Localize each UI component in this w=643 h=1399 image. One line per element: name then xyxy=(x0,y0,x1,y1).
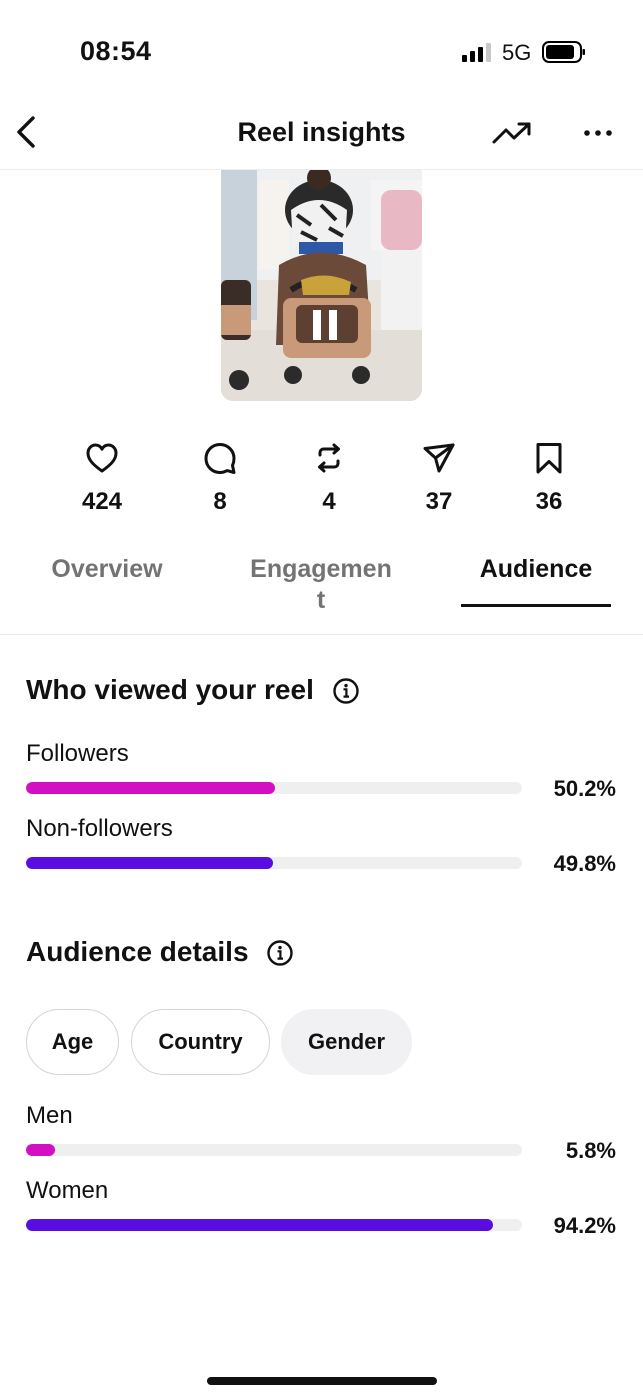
chip-gender[interactable]: Gender xyxy=(281,1009,412,1075)
more-options-icon[interactable] xyxy=(582,118,614,148)
battery-icon xyxy=(542,41,585,63)
women-label: Women xyxy=(26,1177,109,1204)
info-icon[interactable] xyxy=(332,677,360,705)
non-followers-bar-track xyxy=(26,857,522,869)
chip-country[interactable]: Country xyxy=(131,1009,270,1075)
followers-bar-track xyxy=(26,782,522,794)
women-bar-fill xyxy=(26,1219,494,1231)
comments-count: 8 xyxy=(213,488,227,515)
chip-gender-label: Gender xyxy=(307,1029,386,1054)
trending-icon[interactable] xyxy=(491,118,533,148)
reposts-count: 4 xyxy=(322,488,336,515)
saves-stat: 36 xyxy=(499,440,599,516)
non-followers-bar-fill xyxy=(26,857,273,869)
share-icon xyxy=(423,443,455,473)
info-icon[interactable] xyxy=(266,939,294,967)
stats-row: 424 8 4 37 36 xyxy=(0,440,643,530)
shares-count: 37 xyxy=(425,488,453,515)
women-percentage: 94.2% xyxy=(553,1213,616,1238)
chip-country-label: Country xyxy=(158,1029,243,1054)
status-bar: 08:54 5G xyxy=(0,0,643,100)
page-title: Reel insights xyxy=(237,117,406,147)
repost-icon xyxy=(318,443,340,473)
followers-bar-fill xyxy=(26,782,275,794)
reposts-stat: 4 xyxy=(279,440,379,516)
men-bar-track xyxy=(26,1144,522,1156)
network-type: 5G xyxy=(502,40,532,65)
comments-stat: 8 xyxy=(170,440,270,516)
non-followers-label: Non-followers xyxy=(26,815,173,842)
viewers-section-title: Who viewed your reel xyxy=(26,674,314,705)
tab-engagement[interactable]: Engagemen t xyxy=(243,554,399,616)
active-tab-indicator xyxy=(461,604,611,607)
header: Reel insights xyxy=(0,100,643,170)
followers-percentage: 50.2% xyxy=(553,776,616,801)
heart-icon xyxy=(86,443,118,473)
tab-engagement-label-line2: t xyxy=(316,586,326,614)
bookmark-icon xyxy=(536,443,562,474)
comment-icon xyxy=(204,443,236,474)
tab-engagement-label-line1: Engagemen xyxy=(250,555,392,583)
likes-count: 424 xyxy=(81,488,123,515)
tab-audience[interactable]: Audience xyxy=(466,554,606,585)
reel-thumbnail[interactable] xyxy=(221,170,422,401)
followers-label: Followers xyxy=(26,740,129,767)
shares-stat: 37 xyxy=(389,440,489,516)
men-percentage: 5.8% xyxy=(565,1138,616,1163)
women-bar-track xyxy=(26,1219,522,1231)
status-time: 08:54 xyxy=(80,36,152,66)
audience-details-title: Audience details xyxy=(26,936,249,967)
chip-age[interactable]: Age xyxy=(26,1009,119,1075)
home-indicator[interactable] xyxy=(207,1377,437,1385)
saves-count: 36 xyxy=(535,488,563,515)
non-followers-percentage: 49.8% xyxy=(553,851,616,876)
tab-overview[interactable]: Overview xyxy=(37,554,177,585)
men-label: Men xyxy=(26,1102,73,1129)
likes-stat: 424 xyxy=(52,440,152,516)
insights-tabs: Overview Engagemen t Audience xyxy=(0,548,643,635)
chip-age-label: Age xyxy=(51,1029,94,1054)
men-bar-fill xyxy=(26,1144,55,1156)
signal-icon xyxy=(462,42,492,62)
